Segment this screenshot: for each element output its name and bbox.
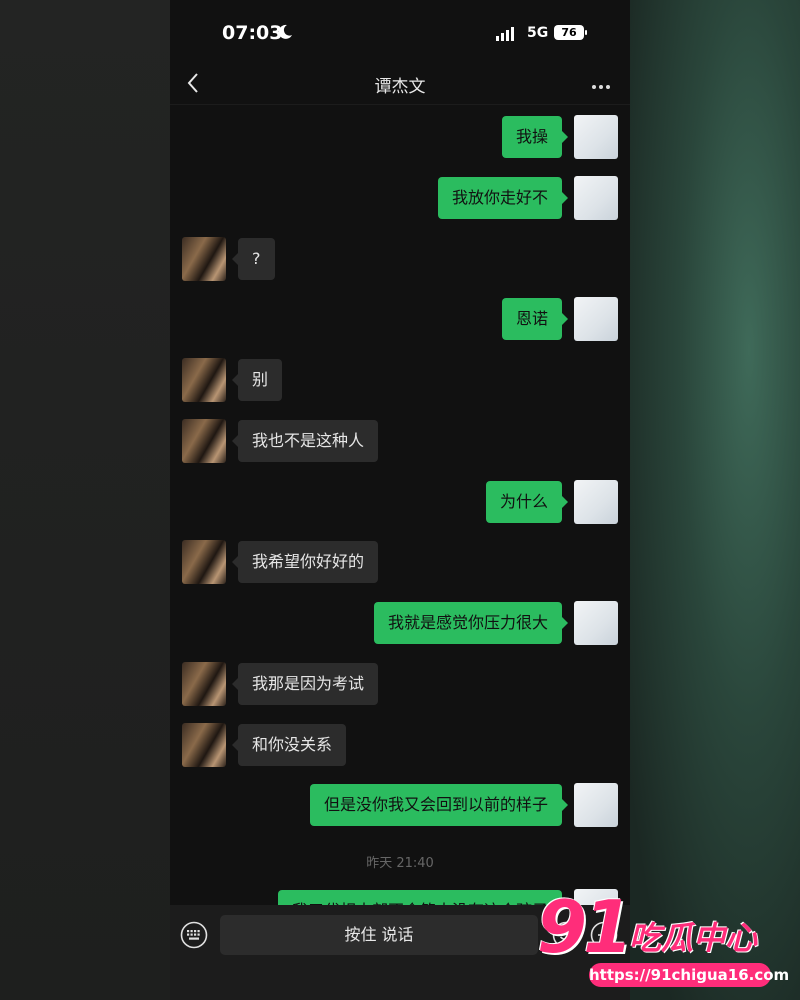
moon-icon [278,24,292,39]
contact-name: 谭杰文 [374,77,426,97]
my-avatar[interactable] [574,176,618,220]
my-avatar[interactable] [574,601,618,645]
right-background [630,0,800,1000]
message-row: 但是没你我又会回到以前的样子 [170,783,630,827]
received-message-bubble[interactable]: 我也不是这种人 [231,420,379,462]
sent-message-bubble[interactable]: 我放你走好不 [437,177,569,219]
sent-message-bubble[interactable]: 但是没你我又会回到以前的样子 [309,784,569,826]
message-row: 我那是因为考试 [170,662,630,706]
contact-avatar[interactable] [182,358,226,402]
more-icon[interactable] [590,74,614,94]
message-row: 恩诺 [170,297,630,341]
sent-message-bubble[interactable]: 我操 [501,116,569,158]
received-message-bubble[interactable]: 我那是因为考试 [231,663,379,705]
hold-to-talk-button[interactable]: 按住 说话 [220,915,538,955]
status-time: 07:03 [222,22,283,44]
watermark-name: 吃瓜中心 [629,919,758,957]
message-row: 我放你走好不 [170,176,630,220]
left-background [0,0,170,1000]
contact-avatar[interactable] [182,237,226,281]
my-avatar[interactable] [574,783,618,827]
received-message-bubble[interactable]: 和你没关系 [231,724,347,766]
message-row: 我就是感觉你压力很大 [170,601,630,645]
timestamp: 昨天 21:40 [366,856,434,871]
contact-avatar[interactable] [182,419,226,463]
contact-avatar[interactable] [182,723,226,767]
keyboard-icon[interactable] [180,921,208,949]
message-row: 我也不是这种人 [170,419,630,463]
signal-icon [496,27,514,41]
sent-message-bubble[interactable]: 我就是感觉你压力很大 [373,602,569,644]
site-watermark: 91 吃瓜中心 https://91chigua16.com [535,885,790,993]
watermark-url: https://91chigua16.com [589,963,789,987]
message-row: 为什么 [170,480,630,524]
my-avatar[interactable] [574,480,618,524]
chat-header: 谭杰文 [170,64,630,105]
received-message-bubble[interactable]: ? [232,238,275,280]
my-avatar[interactable] [574,297,618,341]
message-row: 和你没关系 [170,723,630,767]
message-row: 别 [170,358,630,402]
received-message-bubble[interactable]: 我希望你好好的 [231,541,379,583]
phone-screen: 07:03 5G 76 谭杰文 我操我放你走好不? 恩诺别我也不是这种人为什么我希… [170,0,630,1000]
contact-avatar[interactable] [182,540,226,584]
sent-message-bubble[interactable]: 恩诺 [501,298,569,340]
message-row: 我希望你好好的 [170,540,630,584]
message-row: ? [170,237,630,281]
status-bar: 07:03 5G 76 [170,0,630,64]
network-type: 5G [527,25,549,41]
sent-message-bubble[interactable]: 为什么 [485,481,569,523]
message-row: 我操 [170,115,630,159]
watermark-number: 91 [537,885,633,969]
my-avatar[interactable] [574,115,618,159]
contact-avatar[interactable] [182,662,226,706]
battery-level: 76 [554,25,584,40]
received-message-bubble[interactable]: 别 [231,359,283,401]
battery-tip [585,30,587,35]
